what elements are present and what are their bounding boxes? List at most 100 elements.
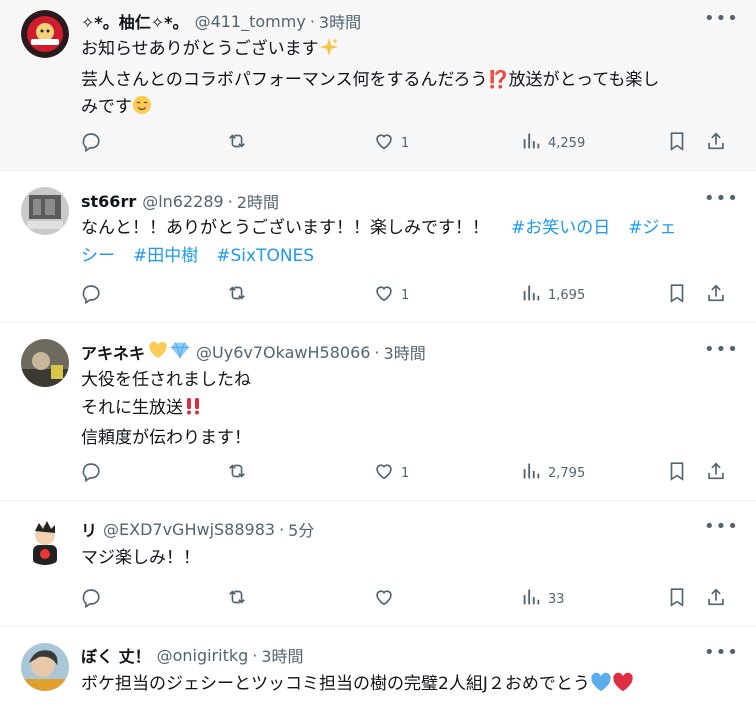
reply-icon bbox=[80, 130, 102, 156]
post-text-line: それに生放送 bbox=[81, 397, 183, 418]
like-button[interactable]: 1 bbox=[373, 461, 409, 485]
action-bar: 1 4,259 bbox=[80, 131, 730, 155]
views-icon bbox=[520, 586, 542, 612]
display-name[interactable]: ぼく 丈！ bbox=[81, 643, 151, 667]
avatar[interactable] bbox=[21, 643, 69, 691]
more-options-icon[interactable]: ••• bbox=[704, 644, 738, 668]
more-options-icon[interactable]: ••• bbox=[704, 518, 738, 542]
hashtag-link[interactable]: #SixTONES bbox=[216, 246, 314, 266]
repost-button[interactable] bbox=[226, 283, 248, 307]
reply-button[interactable] bbox=[80, 461, 102, 485]
action-bar: 1 2,795 bbox=[80, 461, 730, 485]
post[interactable]: リ @EXD7vGHwjS88983 · 5分 ••• マジ楽しみ！！ 33 bbox=[0, 501, 756, 627]
reply-button[interactable] bbox=[80, 131, 102, 155]
like-icon bbox=[373, 460, 395, 486]
post[interactable]: アキネキ @Uy6v7OkawH58066 · 3時間 ••• 大役を任されまし… bbox=[0, 323, 756, 501]
reply-icon bbox=[80, 586, 102, 612]
hashtag-link[interactable]: #田中樹 bbox=[133, 246, 198, 266]
display-name[interactable]: リ bbox=[81, 517, 97, 541]
timestamp[interactable]: 5分 bbox=[288, 517, 314, 541]
post-text-line: みです bbox=[81, 97, 132, 117]
share-button[interactable] bbox=[705, 587, 727, 611]
post-header: st66rr @ln62289 · 2時間 bbox=[81, 189, 696, 213]
bookmark-icon bbox=[666, 586, 688, 612]
bookmark-icon bbox=[666, 460, 688, 486]
separator: · bbox=[374, 342, 380, 362]
sparkles-emoji-icon bbox=[319, 37, 339, 67]
hashtag-link[interactable]: #お笑いの日 bbox=[511, 218, 610, 238]
avatar[interactable] bbox=[21, 10, 69, 58]
double-exclamation-icon bbox=[183, 396, 203, 426]
bookmark-button[interactable] bbox=[666, 283, 688, 307]
bookmark-button[interactable] bbox=[666, 461, 688, 485]
red-heart-icon bbox=[612, 672, 634, 702]
reply-icon bbox=[80, 460, 102, 486]
like-icon bbox=[373, 282, 395, 308]
timestamp[interactable]: 3時間 bbox=[384, 340, 426, 364]
gem-icon bbox=[170, 341, 190, 363]
bookmark-icon bbox=[666, 282, 688, 308]
post[interactable]: ぼく 丈！ @onigiritkg · 3時間 ••• ボケ担当のジェシーとツッ… bbox=[0, 627, 756, 709]
post[interactable]: st66rr @ln62289 · 2時間 ••• なんと！！ありがとうございま… bbox=[0, 171, 756, 323]
display-name[interactable]: ✧*。柚仁✧*。 bbox=[81, 9, 189, 33]
views-icon bbox=[520, 460, 542, 486]
view-count: 33 bbox=[548, 591, 565, 607]
repost-button[interactable] bbox=[226, 131, 248, 155]
yellow-heart-icon bbox=[148, 341, 168, 363]
share-button[interactable] bbox=[705, 461, 727, 485]
display-name[interactable]: st66rr bbox=[81, 192, 136, 211]
reply-button[interactable] bbox=[80, 587, 102, 611]
like-icon bbox=[373, 130, 395, 156]
post-header: ✧*。柚仁✧*。 @411_tommy · 3時間 bbox=[81, 9, 696, 33]
views-button[interactable]: 1,695 bbox=[520, 283, 585, 307]
post-text-line: お知らせありがとうございます bbox=[81, 39, 319, 59]
like-button[interactable]: 1 bbox=[373, 283, 409, 307]
bookmark-button[interactable] bbox=[666, 131, 688, 155]
post-text-line: 信頼度が伝わります！ bbox=[81, 428, 251, 448]
repost-button[interactable] bbox=[226, 587, 248, 611]
post-header: アキネキ @Uy6v7OkawH58066 · 3時間 bbox=[81, 341, 696, 363]
more-options-icon[interactable]: ••• bbox=[704, 341, 738, 365]
post-text-line: 大役を任されましたね bbox=[81, 370, 251, 390]
separator: · bbox=[227, 191, 233, 211]
more-options-icon[interactable]: ••• bbox=[704, 190, 738, 214]
separator: · bbox=[279, 519, 285, 539]
blue-heart-icon bbox=[590, 672, 612, 702]
view-count: 2,795 bbox=[548, 465, 586, 481]
timestamp[interactable]: 2時間 bbox=[237, 189, 279, 213]
views-button[interactable]: 33 bbox=[520, 587, 565, 611]
repost-button[interactable] bbox=[226, 461, 248, 485]
like-icon bbox=[373, 586, 395, 612]
like-button[interactable] bbox=[373, 587, 401, 611]
more-options-icon[interactable]: ••• bbox=[704, 10, 738, 34]
reply-icon bbox=[80, 282, 102, 308]
view-count: 4,259 bbox=[548, 135, 586, 151]
share-button[interactable] bbox=[705, 283, 727, 307]
reply-feed: ✧*。柚仁✧*。 @411_tommy · 3時間 ••• お知らせありがとうご… bbox=[0, 0, 756, 709]
timestamp[interactable]: 3時間 bbox=[261, 643, 303, 667]
avatar[interactable] bbox=[21, 339, 69, 387]
views-button[interactable]: 2,795 bbox=[520, 461, 585, 485]
avatar[interactable] bbox=[21, 517, 69, 565]
user-handle[interactable]: @411_tommy bbox=[195, 12, 306, 31]
display-name[interactable]: アキネキ bbox=[81, 340, 145, 364]
timestamp[interactable]: 3時間 bbox=[319, 9, 361, 33]
avatar[interactable] bbox=[21, 187, 69, 235]
views-button[interactable]: 4,259 bbox=[520, 131, 585, 155]
user-handle[interactable]: @ln62289 bbox=[142, 192, 223, 211]
action-bar: 33 bbox=[80, 587, 730, 611]
reply-button[interactable] bbox=[80, 283, 102, 307]
like-count: 1 bbox=[401, 465, 410, 481]
post-header: ぼく 丈！ @onigiritkg · 3時間 bbox=[81, 643, 696, 667]
share-icon bbox=[705, 586, 727, 612]
post[interactable]: ✧*。柚仁✧*。 @411_tommy · 3時間 ••• お知らせありがとうご… bbox=[0, 0, 756, 171]
user-handle[interactable]: @onigiritkg bbox=[157, 646, 249, 665]
bookmark-button[interactable] bbox=[666, 587, 688, 611]
like-button[interactable]: 1 bbox=[373, 131, 409, 155]
user-handle[interactable]: @Uy6v7OkawH58066 bbox=[196, 343, 370, 362]
hashtag-link[interactable]: #ジェ bbox=[628, 218, 676, 238]
user-handle[interactable]: @EXD7vGHwjS88983 bbox=[103, 520, 275, 539]
share-button[interactable] bbox=[705, 131, 727, 155]
post-text-line: 芸人さんとのコラボパフォーマンス何をするんだろう⁉️放送がとっても楽し bbox=[81, 69, 660, 90]
hashtag-link[interactable]: シー bbox=[81, 246, 115, 266]
